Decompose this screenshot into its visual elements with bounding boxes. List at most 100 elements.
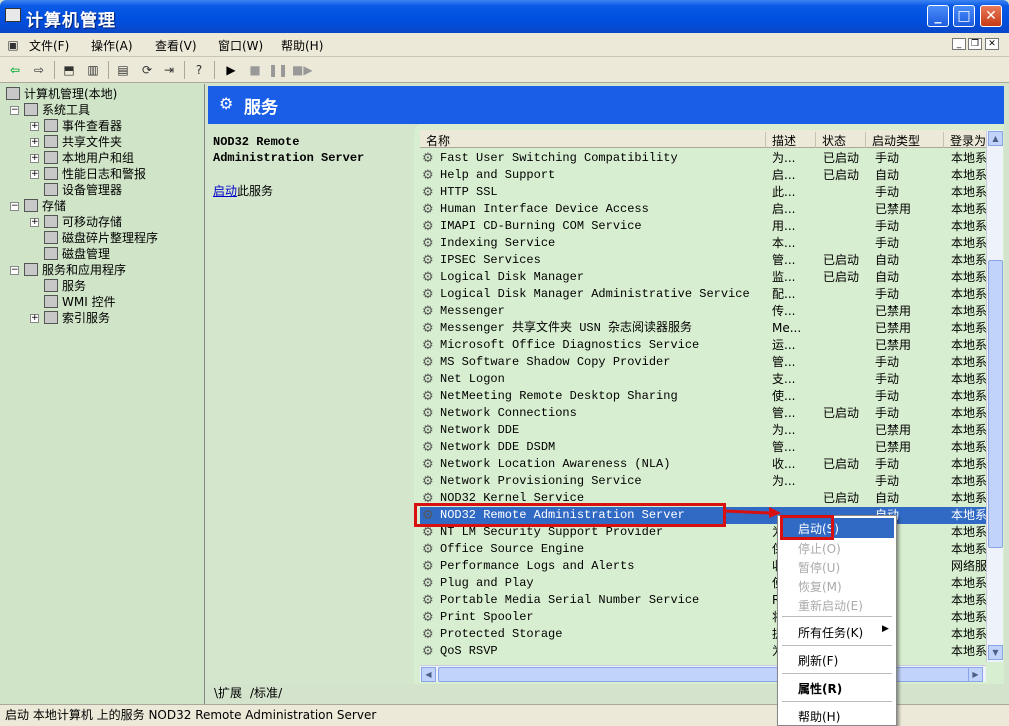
tree-item-system-tools[interactable]: 系统工具 <box>24 102 90 118</box>
table-row[interactable]: ⚙ Microsoft Office Diagnostics Service 运..… <box>420 337 994 354</box>
context-menu-pause[interactable]: 暂停(U) <box>798 559 840 576</box>
title-bar[interactable]: 计算机管理 _ □ ✕ <box>0 0 1009 33</box>
table-row[interactable]: ⚙ NetMeeting Remote Desktop Sharing 使... 手动… <box>420 388 994 405</box>
expand-icon[interactable]: + <box>30 314 39 323</box>
table-row[interactable]: ⚙ IMAPI CD-Burning COM Service 用... 手动 本地系 <box>420 218 994 235</box>
expand-icon[interactable]: + <box>30 138 39 147</box>
hscroll-thumb[interactable] <box>438 667 978 682</box>
mdi-minimize-icon[interactable]: _ <box>952 38 966 50</box>
scroll-up-icon[interactable]: ▲ <box>988 131 1003 146</box>
tree-item-storage[interactable]: 存储 <box>24 198 66 214</box>
scroll-right-icon[interactable]: ▶ <box>968 667 983 682</box>
menu-help[interactable]: 帮助(H) <box>281 37 323 54</box>
table-row[interactable]: ⚙Office Source Engine保用本地系 <box>420 541 994 558</box>
tree-item-removable-storage[interactable]: 可移动存储 <box>44 214 122 230</box>
col-name[interactable]: 名称 <box>420 132 766 148</box>
context-menu-properties[interactable]: 属性(R) <box>798 680 842 697</box>
collapse-icon[interactable]: − <box>10 106 19 115</box>
tree-item-indexing[interactable]: 索引服务 <box>44 310 110 326</box>
show-hide-tree-icon[interactable]: ▥ <box>84 61 102 79</box>
table-row[interactable]: ⚙ HTTP SSL 此... 手动 本地系 <box>420 184 994 201</box>
table-row[interactable]: ⚙ Fast User Switching Compatibility 为... 已启… <box>420 150 994 167</box>
collapse-icon[interactable]: − <box>10 266 19 275</box>
horizontal-scrollbar[interactable]: ◀ ▶ <box>420 665 986 682</box>
mdi-restore-icon[interactable]: ❐ <box>968 38 982 50</box>
context-menu-restart[interactable]: 重新启动(E) <box>798 597 863 614</box>
table-row[interactable]: ⚙Print Spooler将本地系 <box>420 609 994 626</box>
tree-item-local-users[interactable]: 本地用户和组 <box>44 150 134 166</box>
tree-item-perf-logs[interactable]: 性能日志和警报 <box>44 166 146 182</box>
table-row[interactable]: ⚙ MS Software Shadow Copy Provider 管... 手动 本… <box>420 354 994 371</box>
table-row[interactable]: ⚙ IPSEC Services 管... 已启动 自动 本地系 <box>420 252 994 269</box>
scroll-down-icon[interactable]: ▼ <box>988 645 1003 660</box>
tree-item-services[interactable]: 服务 <box>44 278 86 294</box>
collapse-icon[interactable]: − <box>10 202 19 211</box>
context-menu-resume[interactable]: 恢复(M) <box>798 578 842 595</box>
menu-file[interactable]: 文件(F) <box>29 37 69 54</box>
properties-icon[interactable]: ▤ <box>114 61 132 79</box>
table-row[interactable]: ⚙QoS RSVP为本地系 <box>420 643 994 660</box>
vertical-scrollbar[interactable]: ▲ ▼ <box>986 130 1003 662</box>
table-row[interactable]: ⚙ Human Interface Device Access 启... 已禁用 本地系 <box>420 201 994 218</box>
menu-action[interactable]: 操作(A) <box>91 37 133 54</box>
tree-item-defragmenter[interactable]: 磁盘碎片整理程序 <box>44 230 158 246</box>
restart-service-icon[interactable]: ■▶ <box>292 61 313 79</box>
table-row[interactable]: ⚙ Messenger 共享文件夹 USN 杂志阅读器服务 Me... 已禁用 本地系 <box>420 320 994 337</box>
tab-extended[interactable]: \扩展 <box>208 684 248 701</box>
back-icon[interactable]: ⇦ <box>6 61 24 79</box>
expand-icon[interactable]: + <box>30 122 39 131</box>
menu-view[interactable]: 查看(V) <box>155 37 197 54</box>
table-row[interactable]: ⚙ Network Connections 管... 已启动 手动 本地系 <box>420 405 994 422</box>
table-row[interactable]: ⚙ Network DDE 为... 已禁用 本地系 <box>420 422 994 439</box>
service-name: Protected Storage <box>440 627 563 641</box>
table-row[interactable]: ⚙ Network Location Awareness (NLA) 收... 已启动… <box>420 456 994 473</box>
start-service-icon[interactable]: ▶ <box>222 61 240 79</box>
up-folder-icon[interactable]: ⬒ <box>60 61 78 79</box>
col-startup-type[interactable]: 启动类型 <box>866 132 944 148</box>
tab-standard[interactable]: /标准/ <box>244 684 288 701</box>
help-icon[interactable]: ? <box>190 61 208 79</box>
expand-icon[interactable]: + <box>30 218 39 227</box>
table-row[interactable]: ⚙Protected Storage提本地系 <box>420 626 994 643</box>
table-row[interactable]: ⚙ Net Logon 支... 手动 本地系 <box>420 371 994 388</box>
table-row[interactable]: ⚙ Logical Disk Manager Administrative Ser… <box>420 286 994 303</box>
col-description[interactable]: 描述 <box>766 132 816 148</box>
logon-as: 本地系 <box>951 525 988 539</box>
tree-item-disk-management[interactable]: 磁盘管理 <box>44 246 110 262</box>
table-row[interactable]: ⚙Plug and Play使本地系 <box>420 575 994 592</box>
tree-item-computer-management[interactable]: 计算机管理(本地) <box>6 86 117 102</box>
tree-item-shared-folders[interactable]: 共享文件夹 <box>44 134 122 150</box>
forward-icon[interactable]: ⇨ <box>30 61 48 79</box>
table-row[interactable]: ⚙ Logical Disk Manager 监... 已启动 自动 本地系 <box>420 269 994 286</box>
refresh-icon[interactable]: ⟳ <box>138 61 156 79</box>
minimize-button[interactable]: _ <box>927 5 949 27</box>
close-button[interactable]: ✕ <box>980 5 1002 27</box>
scroll-left-icon[interactable]: ◀ <box>421 667 436 682</box>
stop-service-icon[interactable]: ■ <box>246 61 264 79</box>
maximize-button[interactable]: □ <box>953 5 975 27</box>
mdi-close-icon[interactable]: ✕ <box>985 38 999 50</box>
table-row[interactable]: ⚙ Help and Support 启... 已启动 自动 本地系 <box>420 167 994 184</box>
tree-item-services-apps[interactable]: 服务和应用程序 <box>24 262 126 278</box>
context-menu-all-tasks[interactable]: 所有任务(K) <box>798 624 863 641</box>
tree-item-event-viewer[interactable]: 事件查看器 <box>44 118 122 134</box>
table-row[interactable]: ⚙ Indexing Service 本... 手动 本地系 <box>420 235 994 252</box>
pause-service-icon[interactable]: ❚❚ <box>268 61 288 79</box>
table-row[interactable]: ⚙ Network Provisioning Service 为... 手动 本地系 <box>420 473 994 490</box>
col-status[interactable]: 状态 <box>816 132 866 148</box>
table-row[interactable]: ⚙ Network DDE DSDM 管... 已禁用 本地系 <box>420 439 994 456</box>
expand-icon[interactable]: + <box>30 170 39 179</box>
context-menu-refresh[interactable]: 刷新(F) <box>798 652 838 669</box>
start-link[interactable]: 启动 <box>213 184 237 198</box>
tree-item-device-manager[interactable]: 设备管理器 <box>44 182 122 198</box>
scroll-thumb[interactable] <box>988 260 1003 548</box>
export-list-icon[interactable]: ⇥ <box>160 61 178 79</box>
context-menu-stop[interactable]: 停止(O) <box>798 540 841 557</box>
context-menu-help[interactable]: 帮助(H) <box>798 708 840 725</box>
table-row[interactable]: ⚙ Messenger 传... 已禁用 本地系 <box>420 303 994 320</box>
expand-icon[interactable]: + <box>30 154 39 163</box>
tree-item-wmi[interactable]: WMI 控件 <box>44 294 116 310</box>
menu-window[interactable]: 窗口(W) <box>218 37 263 54</box>
table-row[interactable]: ⚙Portable Media Serial Number ServiceR本地… <box>420 592 994 609</box>
table-row[interactable]: ⚙Performance Logs and Alerts收网络服 <box>420 558 994 575</box>
